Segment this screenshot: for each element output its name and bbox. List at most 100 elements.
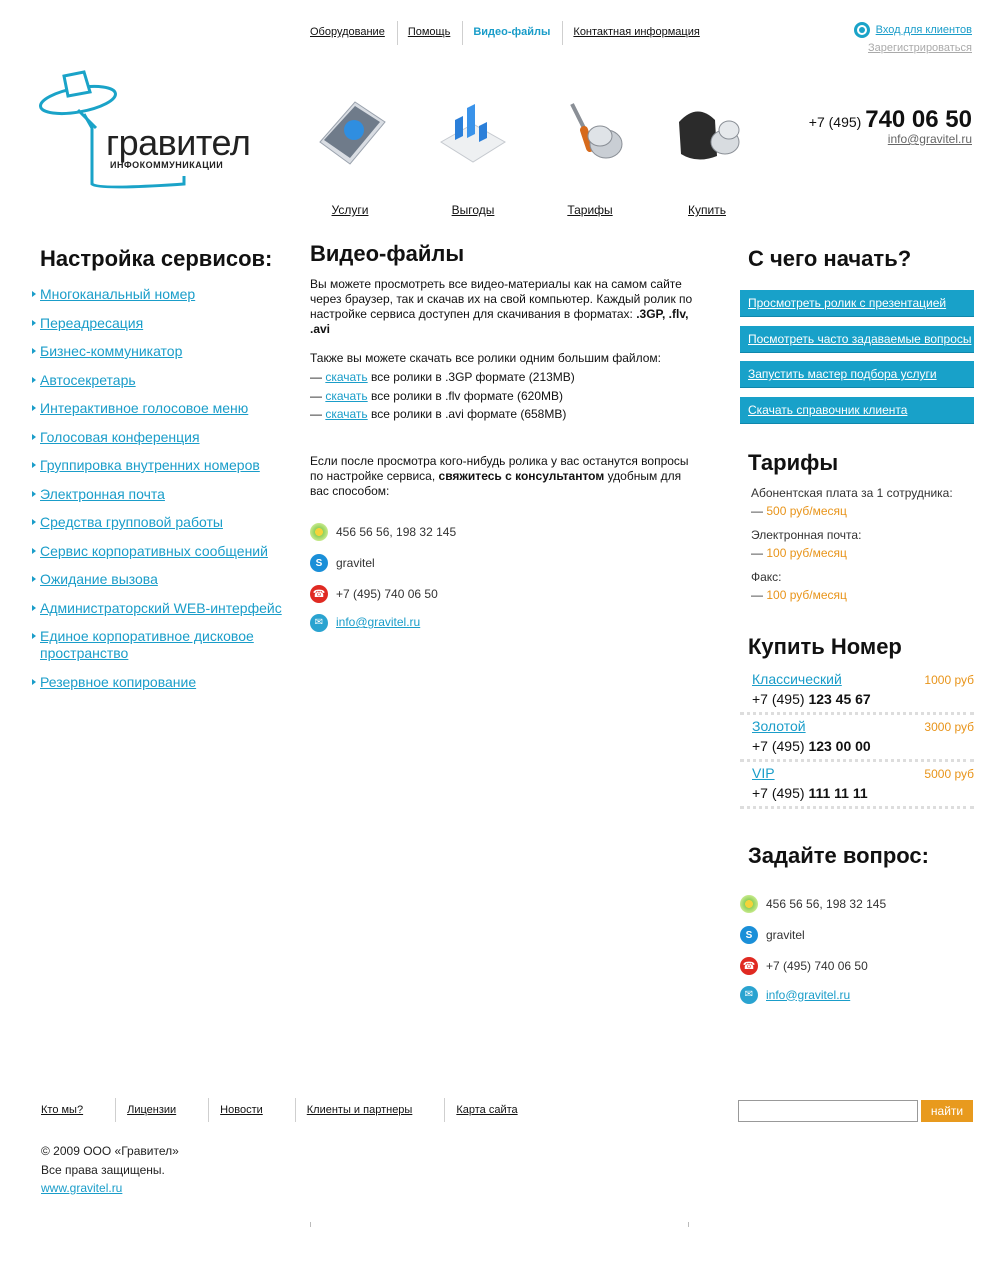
- main-content: Видео-файлы Вы можете просмотреть все ви…: [310, 243, 695, 636]
- start-title: С чего начать?: [748, 246, 912, 271]
- product-buy-label[interactable]: Купить: [652, 203, 762, 217]
- start-button-guide[interactable]: Скачать справочник клиента: [740, 396, 974, 424]
- product-tariffs-label[interactable]: Тарифы: [535, 203, 645, 217]
- nav-equipment[interactable]: Оборудование: [300, 21, 398, 45]
- start-button-presentation[interactable]: Просмотреть ролик с презентацией: [740, 290, 974, 317]
- register-link[interactable]: Зарегистрироваться: [868, 42, 972, 54]
- tariff-item: Абонентская плата за 1 сотрудника: — 500 …: [751, 484, 974, 520]
- number-row: VIP 5000 руб +7 (495) 111 11 11: [740, 762, 974, 809]
- number-price: 3000 руб: [924, 719, 974, 734]
- menu-item: Автосекретарь: [32, 372, 302, 389]
- download-link[interactable]: скачать: [325, 370, 367, 384]
- question-part-b: свяжитесь с консультантом: [438, 468, 605, 483]
- download-row: — скачать все ролики в .flv формате (620…: [310, 388, 563, 403]
- contact-email-link[interactable]: info@gravitel.ru: [336, 615, 420, 630]
- nav-video[interactable]: Видео-файлы: [463, 21, 564, 45]
- nav-contacts[interactable]: Контактная информация: [563, 21, 711, 45]
- menu-link[interactable]: Электронная почта: [40, 486, 165, 502]
- contact-phone-value: +7 (495) 740 06 50: [766, 959, 868, 973]
- search-button[interactable]: найти: [921, 1100, 973, 1122]
- nav-help[interactable]: Помощь: [398, 21, 464, 45]
- menu-link[interactable]: Администраторский WEB-интерфейс: [40, 600, 282, 616]
- download-row: — скачать все ролики в .avi формате (658…: [310, 407, 567, 421]
- menu-link[interactable]: Единое корпоративное дисковое пространст…: [40, 628, 254, 661]
- number-name-link[interactable]: VIP: [752, 765, 775, 781]
- menu-item: Группировка внутренних номеров: [32, 457, 302, 474]
- menu-link[interactable]: Группировка внутренних номеров: [40, 457, 260, 473]
- site-link[interactable]: www.gravitel.ru: [41, 1181, 122, 1195]
- menu-item: Резервное копирование: [32, 674, 302, 691]
- product-services-label[interactable]: Услуги: [295, 203, 405, 217]
- menu-link[interactable]: Сервис корпоративных сообщений: [40, 543, 268, 559]
- contact-skype: Sgravitel: [310, 548, 695, 579]
- product-benefits[interactable]: Выгоды: [418, 92, 528, 217]
- tariff-item: Факс: — 100 руб/месяц: [751, 568, 974, 604]
- search-input[interactable]: [738, 1100, 918, 1122]
- menu-item: Интерактивное голосовое меню: [32, 400, 302, 417]
- download-link[interactable]: скачать: [325, 389, 367, 403]
- footer-link-licenses[interactable]: Лицензии: [118, 1098, 210, 1122]
- phone-icon: ☎: [310, 585, 328, 603]
- menu-item: Многоканальный номер: [32, 286, 302, 303]
- menu-link[interactable]: Голосовая конференция: [40, 429, 200, 445]
- footer-link-news[interactable]: Новости: [211, 1098, 296, 1122]
- number-name-link[interactable]: Классический: [752, 671, 842, 687]
- number-name-link[interactable]: Золотой: [752, 718, 806, 734]
- skype-icon: S: [310, 554, 328, 572]
- tariff-label: Абонентская плата за 1 сотрудника:: [751, 485, 953, 500]
- tariff-price: 100 руб/месяц: [766, 545, 847, 560]
- download-desc: все ролики в .avi формате (658MB): [371, 407, 567, 421]
- menu-link[interactable]: Многоканальный номер: [40, 286, 195, 302]
- contact-email: ✉ info@gravitel.ru: [310, 610, 695, 636]
- product-services[interactable]: Услуги: [295, 92, 405, 217]
- header-phone: +7 (495) 740 06 50: [809, 106, 972, 134]
- tariff-item: Электронная почта: — 100 руб/месяц: [751, 526, 974, 562]
- menu-link[interactable]: Автосекретарь: [40, 372, 136, 388]
- icq-icon: [310, 523, 328, 541]
- left-title: Настройка сервисов:: [40, 246, 273, 271]
- footer-link-sitemap[interactable]: Карта сайта: [447, 1098, 549, 1122]
- number-value: 111 11 11: [808, 784, 868, 801]
- mail-icon: ✉: [740, 985, 758, 1004]
- menu-item: Ожидание вызова: [32, 571, 302, 588]
- number-row: Классический 1000 руб +7 (495) 123 45 67: [740, 668, 974, 715]
- tariffs-title: Тарифы: [748, 449, 839, 475]
- contact-icq: 456 56 56, 198 32 145: [310, 517, 695, 548]
- footer-link-clients[interactable]: Клиенты и партнеры: [298, 1098, 446, 1122]
- product-benefits-label[interactable]: Выгоды: [418, 203, 528, 217]
- menu-link[interactable]: Бизнес-коммуникатор: [40, 343, 182, 359]
- footer-link-about[interactable]: Кто мы?: [32, 1098, 117, 1122]
- header-email[interactable]: info@gravitel.ru: [888, 132, 972, 146]
- number-value: 123 00 00: [808, 737, 871, 754]
- right-sidebar: С чего начать? Просмотреть ролик с презе…: [740, 246, 974, 1008]
- contact-skype-value: gravitel: [766, 928, 805, 942]
- main-contacts: 456 56 56, 198 32 145 Sgravitel ☎ +7 (495…: [310, 517, 695, 636]
- menu-link[interactable]: Резервное копирование: [40, 674, 196, 690]
- search-form: найти: [738, 1100, 973, 1122]
- question-text: Если после просмотра кого-нибудь ролика …: [310, 454, 695, 499]
- product-tariffs[interactable]: Тарифы: [535, 92, 645, 217]
- tariff-label: Факс:: [751, 569, 782, 584]
- contact-email: ✉ info@gravitel.ru: [740, 982, 974, 1008]
- intro-text: Вы можете просмотреть все видео-материал…: [310, 277, 695, 337]
- contact-icq-value: 456 56 56, 198 32 145: [336, 524, 457, 539]
- divider: [688, 1222, 689, 1227]
- top-nav: Оборудование Помощь Видео-файлы Контактн…: [300, 21, 712, 45]
- contact-email-link[interactable]: info@gravitel.ru: [766, 988, 850, 1002]
- contact-phone: ☎ +7 (495) 740 06 50: [740, 951, 974, 982]
- download-link[interactable]: скачать: [325, 407, 367, 421]
- sidebar-contacts: 456 56 56, 198 32 145 Sgravitel ☎ +7 (495…: [740, 889, 974, 1008]
- start-button-wizard[interactable]: Запустить мастер подбора услуги: [740, 361, 974, 388]
- client-login-link[interactable]: Вход для клиентов: [876, 24, 972, 36]
- wallet-icon: [679, 111, 740, 160]
- contact-icq: 456 56 56, 198 32 145: [740, 889, 974, 920]
- menu-link[interactable]: Средства групповой работы: [40, 514, 223, 530]
- menu-link[interactable]: Интерактивное голосовое меню: [40, 400, 248, 416]
- menu-link[interactable]: Ожидание вызова: [40, 571, 158, 587]
- header-phone-code: +7 (495): [808, 114, 862, 130]
- contact-skype-value: gravitel: [336, 555, 375, 570]
- product-buy[interactable]: Купить: [652, 92, 762, 217]
- start-button-faq[interactable]: Посмотреть часто задаваемые вопросы: [740, 325, 974, 353]
- menu-link[interactable]: Переадресация: [40, 315, 143, 331]
- header-phone-number: 740 06 50: [865, 106, 972, 133]
